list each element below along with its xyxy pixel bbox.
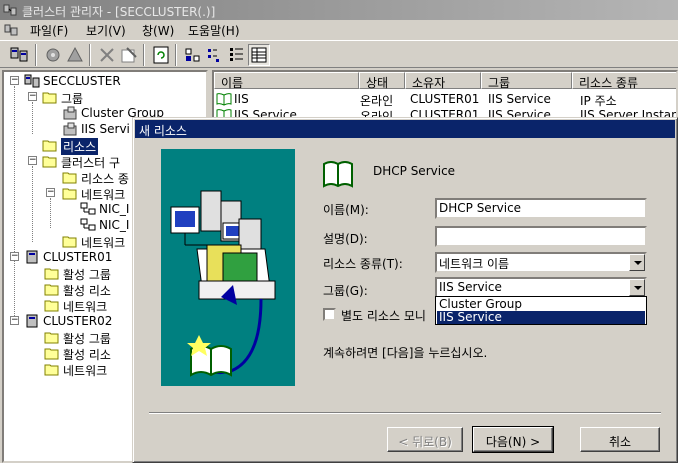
folder-icon xyxy=(62,172,77,184)
separate-monitor-checkbox[interactable] xyxy=(323,308,336,321)
name-field[interactable]: DHCP Service xyxy=(435,198,647,219)
group-select[interactable]: IIS Service xyxy=(435,277,647,298)
next-button[interactable]: 다음(N) > xyxy=(472,426,554,453)
collapse-toggle[interactable]: − xyxy=(46,188,55,197)
group-value: IIS Service xyxy=(439,280,502,294)
column-header-owner[interactable]: 소유자 xyxy=(405,72,481,90)
cluster-icon xyxy=(10,47,28,62)
take-offline-button[interactable] xyxy=(64,44,86,66)
resource-type-label: 리소스 종류(T): xyxy=(323,257,403,271)
details-view-button[interactable] xyxy=(248,44,270,66)
tree-line xyxy=(50,198,51,228)
folder-icon xyxy=(44,364,59,376)
title-bar: 클러스터 관리자 - [SECCLUSTER(.)] xyxy=(0,0,678,20)
cancel-button[interactable]: 취소 xyxy=(580,427,660,452)
bring-online-button[interactable] xyxy=(42,44,64,66)
resource-book-icon xyxy=(216,93,232,106)
description-field[interactable] xyxy=(435,226,647,247)
refresh-button[interactable] xyxy=(150,44,172,66)
folder-icon xyxy=(44,300,59,312)
separate-monitor-label: 별도 리소스 모니 xyxy=(341,309,426,323)
online-icon xyxy=(46,48,60,62)
resource-book-icon xyxy=(323,161,353,188)
toolbar-separator xyxy=(35,44,37,66)
folder-open-icon xyxy=(42,156,57,168)
group-icon xyxy=(63,106,77,120)
toolbar-separator xyxy=(89,44,91,66)
tree-line xyxy=(32,166,33,242)
group-icon xyxy=(63,122,77,136)
folder-icon xyxy=(62,236,77,248)
chevron-down-icon[interactable] xyxy=(629,254,645,271)
delete-icon xyxy=(100,48,114,62)
column-header-group[interactable]: 그룹 xyxy=(481,72,572,90)
small-icons-icon xyxy=(208,49,219,62)
properties-icon xyxy=(121,47,137,63)
small-icons-button[interactable] xyxy=(204,44,226,66)
description-label: 설명(D): xyxy=(323,232,368,246)
menu-help[interactable]: 도움말(H) xyxy=(188,22,240,38)
offline-icon xyxy=(67,46,83,62)
column-header-name[interactable]: 이름 xyxy=(214,72,359,90)
list-view-button[interactable] xyxy=(226,44,248,66)
folder-icon xyxy=(42,140,57,152)
server-icon xyxy=(26,250,38,264)
network-icon xyxy=(80,218,96,231)
folder-open-icon xyxy=(42,92,57,104)
tree-line xyxy=(32,102,33,134)
mdi-doc-icon[interactable] xyxy=(4,23,18,37)
cluster-icon xyxy=(24,74,40,88)
group-label: 그룹(G): xyxy=(323,284,368,298)
name-label: 이름(M): xyxy=(323,203,369,217)
resource-type-value: 네트워크 이름 xyxy=(439,257,510,271)
refresh-icon xyxy=(153,46,169,64)
collapse-toggle[interactable]: − xyxy=(10,316,19,325)
folder-icon xyxy=(44,348,59,360)
toolbar-separator xyxy=(175,44,177,66)
large-icons-button[interactable] xyxy=(182,44,204,66)
instruction-text: 계속하려면 [다음]을 누르십시오. xyxy=(323,346,488,360)
properties-button[interactable] xyxy=(118,44,140,66)
new-resource-dialog: 새 리소스 DHCP Service 이름(M): DHCP Service 설… xyxy=(132,117,678,463)
server-icon xyxy=(26,314,38,328)
menu-file[interactable]: 파일(F) xyxy=(30,22,68,38)
folder-icon xyxy=(44,332,59,344)
open-connection-button[interactable] xyxy=(8,44,30,66)
cluster-app-icon xyxy=(3,4,17,16)
collapse-toggle[interactable]: − xyxy=(28,156,37,165)
toolbar-separator xyxy=(143,44,145,66)
column-header-state[interactable]: 상태 xyxy=(359,72,405,90)
wizard-illustration xyxy=(161,149,295,386)
tree-line xyxy=(14,86,15,322)
collapse-toggle[interactable]: − xyxy=(10,76,19,85)
delete-button[interactable] xyxy=(96,44,118,66)
collapse-toggle[interactable]: − xyxy=(10,252,19,261)
window-title: 클러스터 관리자 - [SECCLUSTER(.)] xyxy=(22,5,216,19)
toolbar xyxy=(0,40,678,68)
network-icon xyxy=(80,202,96,215)
menu-bar: 파일(F) 보기(V) 창(W) 도움말(H) xyxy=(0,20,678,40)
details-icon xyxy=(251,47,267,63)
menu-window[interactable]: 창(W) xyxy=(142,22,174,38)
back-button[interactable]: < 뒤로(B) xyxy=(387,427,463,452)
chevron-down-icon[interactable] xyxy=(629,279,645,296)
list-icon xyxy=(230,48,243,61)
cluster-admin-window: 클러스터 관리자 - [SECCLUSTER(.)] 파일(F) 보기(V) 창… xyxy=(0,0,678,463)
divider xyxy=(149,412,661,414)
menu-view[interactable]: 보기(V) xyxy=(86,22,126,38)
resource-heading: DHCP Service xyxy=(373,164,456,178)
resource-type-select[interactable]: 네트워크 이름 xyxy=(435,252,647,273)
group-option-iis-service[interactable]: IIS Service xyxy=(437,311,645,324)
folder-icon xyxy=(44,268,59,280)
group-dropdown-list[interactable]: Cluster Group IIS Service xyxy=(435,296,647,325)
large-icons-icon xyxy=(185,48,200,62)
column-header-type[interactable]: 리소스 종류 xyxy=(572,72,676,90)
folder-icon xyxy=(44,284,59,296)
folder-open-icon xyxy=(62,188,77,200)
collapse-toggle[interactable]: − xyxy=(28,92,37,101)
dialog-title: 새 리소스 xyxy=(135,120,675,138)
wizard-image xyxy=(170,190,276,377)
